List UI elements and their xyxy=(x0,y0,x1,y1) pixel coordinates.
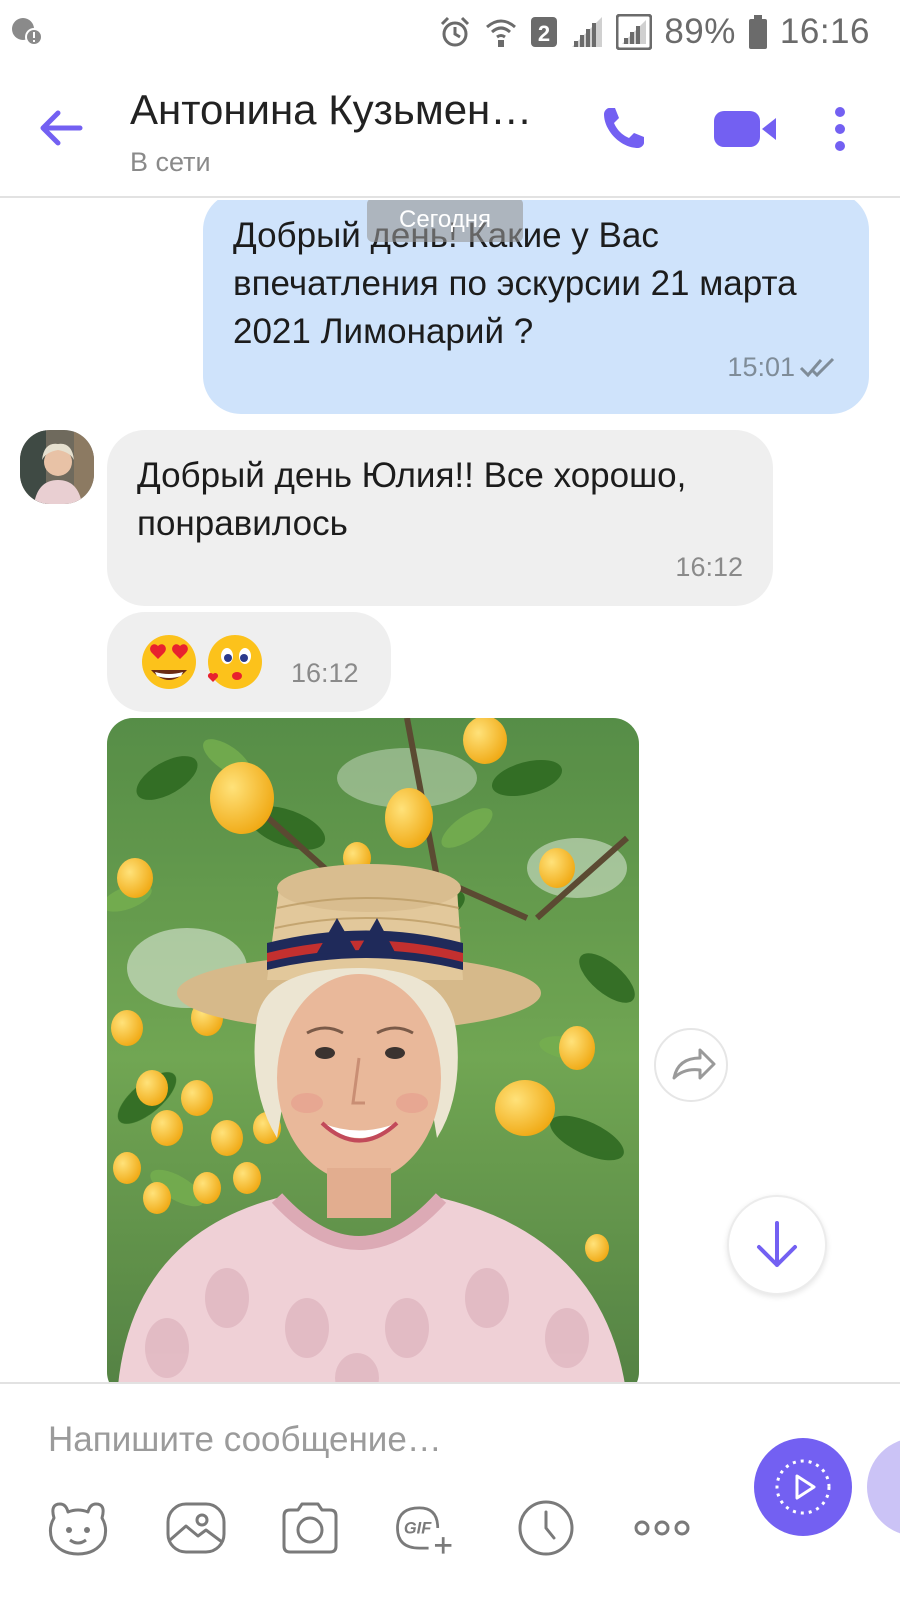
signal-icon xyxy=(572,17,603,47)
emoji-group xyxy=(142,635,262,689)
clock: 16:16 xyxy=(779,12,870,51)
video-message-icon xyxy=(775,1459,831,1515)
heart-eyes-emoji xyxy=(142,635,196,689)
video-call-icon[interactable] xyxy=(712,108,778,150)
battery-icon xyxy=(748,15,767,49)
phone-call-icon[interactable] xyxy=(600,104,648,152)
status-bar: 2 89% 16:16 xyxy=(0,0,900,62)
message-composer: GIF xyxy=(0,1382,900,1600)
chat-header: Антонина Кузьмен… В сети xyxy=(0,62,900,198)
svg-text:2: 2 xyxy=(538,21,550,46)
scroll-to-bottom-button[interactable] xyxy=(727,1195,827,1295)
message-input[interactable] xyxy=(48,1410,698,1470)
forward-arrow-icon xyxy=(672,1048,716,1080)
forward-button[interactable] xyxy=(654,1028,728,1102)
contact-name[interactable]: Антонина Кузьмен… xyxy=(130,86,532,134)
kiss-emoji xyxy=(207,635,262,689)
location-warning-icon xyxy=(12,18,43,46)
presence-status: В сети xyxy=(130,147,211,177)
signal-2-icon xyxy=(616,14,653,50)
arrow-down-icon xyxy=(757,1221,797,1267)
message-list[interactable]: Добрый день! Какие у Вас впечатления по … xyxy=(0,200,900,1382)
svg-text:GIF: GIF xyxy=(404,1519,432,1537)
send-voice-button[interactable] xyxy=(754,1438,852,1536)
outgoing-message[interactable]: Добрый день! Какие у Вас впечатления по … xyxy=(203,200,869,414)
camera-icon[interactable] xyxy=(278,1498,342,1558)
back-arrow-icon[interactable] xyxy=(36,104,84,152)
sticker-icon[interactable] xyxy=(46,1498,110,1558)
photo-message[interactable] xyxy=(107,718,639,1382)
incoming-emoji-message[interactable]: 16:12 xyxy=(107,612,391,712)
double-check-icon xyxy=(799,357,835,378)
gif-icon[interactable]: GIF xyxy=(392,1498,456,1558)
message-time: 15:01 xyxy=(727,352,795,382)
timer-icon[interactable] xyxy=(514,1498,578,1558)
incoming-message[interactable]: Добрый день Юлия!! Все хорошо, понравило… xyxy=(107,430,773,606)
contact-avatar[interactable] xyxy=(20,430,94,504)
date-separator: Сегодня xyxy=(367,200,523,242)
message-time: 16:12 xyxy=(675,552,743,582)
message-time: 16:12 xyxy=(291,658,359,688)
battery-percent: 89% xyxy=(664,12,736,51)
more-options-icon[interactable] xyxy=(832,106,848,152)
wifi-calling-icon xyxy=(486,19,517,47)
secondary-action-button[interactable] xyxy=(867,1438,900,1536)
message-text: Добрый день! Какие у Вас впечатления по … xyxy=(233,216,797,351)
alarm-icon xyxy=(441,16,470,47)
viber-chat-screen: { "status_bar": { "battery": "89%", "tim… xyxy=(0,0,900,1600)
message-text: Добрый день Юлия!! Все хорошо, понравило… xyxy=(137,456,687,543)
gallery-icon[interactable] xyxy=(164,1498,228,1558)
sim-2-icon: 2 xyxy=(531,17,558,47)
more-icon[interactable] xyxy=(630,1498,694,1558)
